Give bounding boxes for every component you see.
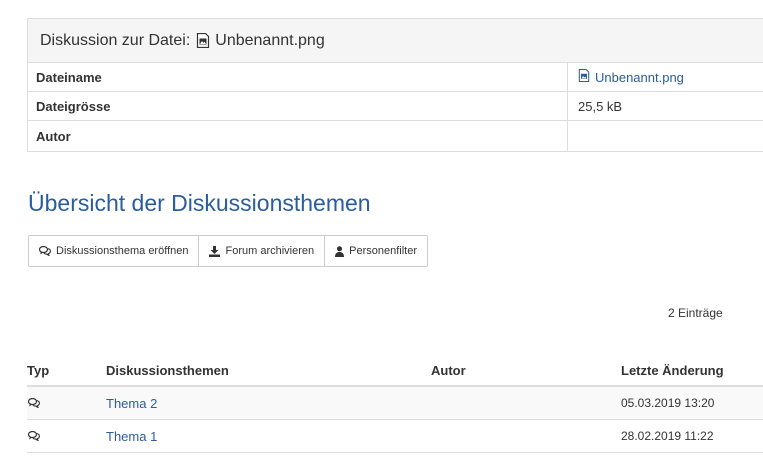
overview-title: Übersicht der Diskussionsthemen	[28, 190, 371, 216]
file-link[interactable]: Unbenannt.png	[578, 68, 684, 85]
entry-count: 2 Einträge	[668, 306, 723, 320]
info-row-filesize: Dateigrösse 25,5 kB	[28, 92, 763, 121]
type-cell	[27, 386, 106, 420]
image-file-icon	[578, 68, 590, 85]
column-header-type[interactable]: Typ	[27, 356, 106, 387]
comments-icon	[39, 246, 51, 256]
last-changed-cell: 28.02.2019 11:22	[621, 419, 763, 453]
column-header-last-changed[interactable]: Letzte Änderung	[621, 356, 763, 387]
file-link-label: Unbenannt.png	[595, 69, 684, 85]
info-value	[568, 121, 763, 151]
archive-forum-button[interactable]: Forum archivieren	[198, 235, 326, 267]
image-file-icon	[196, 33, 210, 48]
panel-heading-file: Unbenannt.png	[215, 31, 325, 49]
open-topic-label: Diskussionsthema eröffnen	[56, 245, 189, 257]
info-value-cell: Unbenannt.png	[568, 63, 763, 91]
panel-heading: Diskussion zur Datei: Unbenannt.png	[28, 19, 763, 63]
person-filter-label: Personenfilter	[349, 245, 417, 257]
author-cell	[431, 386, 621, 420]
topic-cell: Thema 1	[106, 419, 431, 453]
column-header-author[interactable]: Autor	[431, 356, 621, 387]
column-header-topic[interactable]: Diskussionsthemen	[106, 356, 431, 387]
info-row-author: Autor	[28, 121, 763, 151]
discussion-table: Typ Diskussionsthemen Autor Letzte Änder…	[27, 356, 763, 453]
table-header-row: Typ Diskussionsthemen Autor Letzte Änder…	[27, 356, 763, 387]
person-filter-button[interactable]: Personenfilter	[324, 235, 428, 267]
panel-heading-prefix: Diskussion zur Datei:	[40, 31, 191, 49]
download-icon	[209, 245, 221, 257]
table-row: Thema 1 28.02.2019 11:22	[27, 419, 763, 453]
topic-link[interactable]: Thema 2	[106, 396, 157, 411]
file-info-panel: Diskussion zur Datei: Unbenannt.png Date…	[27, 18, 763, 152]
open-topic-button[interactable]: Diskussionsthema eröffnen	[28, 235, 200, 267]
comments-icon	[27, 430, 40, 441]
comments-icon	[27, 397, 40, 408]
type-cell	[27, 419, 106, 453]
info-label: Dateigrösse	[28, 92, 568, 120]
last-changed-cell: 05.03.2019 13:20	[621, 386, 763, 420]
action-button-group: Diskussionsthema eröffnen Forum archivie…	[28, 235, 428, 267]
info-label: Autor	[28, 121, 568, 151]
topic-link[interactable]: Thema 1	[106, 429, 157, 444]
table-row: Thema 2 05.03.2019 13:20	[27, 386, 763, 420]
info-label: Dateiname	[28, 63, 568, 91]
info-row-filename: Dateiname Unbenannt.png	[28, 63, 763, 92]
info-value: 25,5 kB	[578, 98, 623, 114]
archive-forum-label: Forum archivieren	[225, 245, 315, 257]
author-cell	[431, 419, 621, 453]
user-icon	[335, 245, 345, 257]
topic-cell: Thema 2	[106, 386, 431, 420]
